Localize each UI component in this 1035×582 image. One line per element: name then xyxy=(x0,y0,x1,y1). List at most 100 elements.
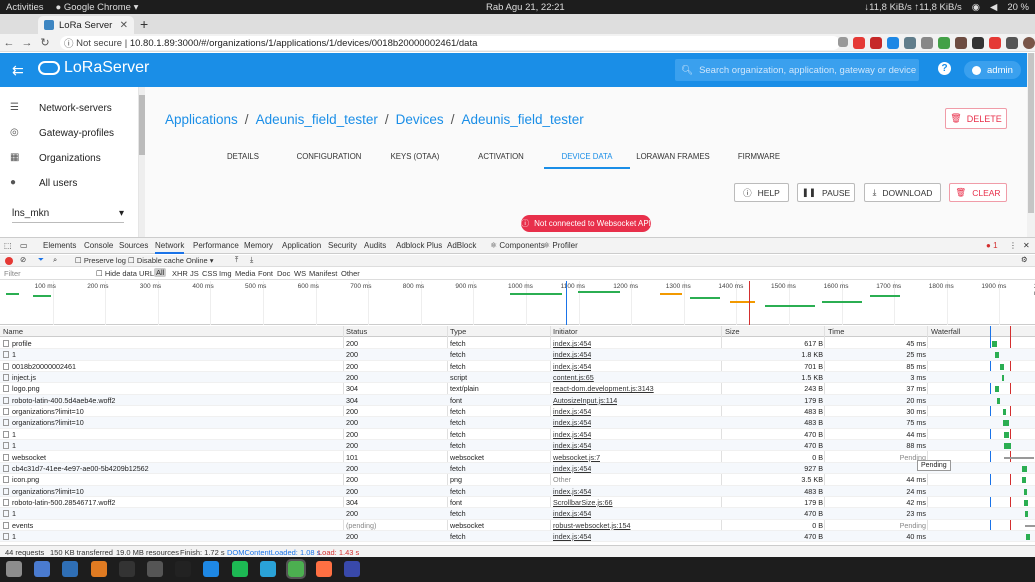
table-row[interactable]: roboto-latin-500.28546717.woff2 304 font Sc… xyxy=(0,497,1035,509)
request-initiator[interactable]: index.js:454 xyxy=(553,418,591,427)
waterfall-cell[interactable] xyxy=(929,339,1035,349)
ext-icon[interactable] xyxy=(938,37,950,49)
tab-keys[interactable]: KEYS (OTAA) xyxy=(372,145,458,169)
terminal-icon[interactable] xyxy=(175,561,192,577)
col-size[interactable]: Size xyxy=(725,327,740,336)
filter-icon[interactable]: ⏷ xyxy=(38,255,44,265)
waterfall-cell[interactable] xyxy=(929,384,1035,394)
pause-button[interactable]: ❚❚ PAUSE xyxy=(797,183,855,202)
request-initiator[interactable]: index.js:454 xyxy=(553,362,591,371)
export-har-icon[interactable]: ⤓ xyxy=(250,255,253,265)
breadcrumb-application[interactable]: Adeunis_field_tester xyxy=(256,112,378,127)
spotify-icon[interactable] xyxy=(231,561,248,577)
sidebar-item-all-users[interactable]: ● All users xyxy=(0,171,139,195)
menu-collapse-icon[interactable]: ⇇ xyxy=(12,62,24,79)
request-name[interactable]: cb4c31d7-41ee-4e97-ae00-5b4209b12562 xyxy=(12,464,342,473)
table-row[interactable]: inject.js 200 script content.js:65 1.5 KB 3 m… xyxy=(0,372,1035,384)
devtools-tab-adblock-plus[interactable]: Adblock Plus xyxy=(396,241,442,250)
mail-icon[interactable] xyxy=(34,561,51,577)
table-row[interactable]: roboto-latin-400.5d4aeb4e.woff2 304 font Au… xyxy=(0,394,1035,407)
request-name[interactable]: 1 xyxy=(12,441,342,450)
request-initiator[interactable]: robust-websocket.js:154 xyxy=(553,521,631,530)
devtools-tab-components[interactable]: ⚛ Components xyxy=(490,241,545,250)
star-icon[interactable] xyxy=(838,37,848,47)
delete-button[interactable]: 🗑︎ DELETE xyxy=(945,108,1007,129)
request-initiator[interactable]: AutosizeInput.js:114 xyxy=(553,396,617,405)
inspect-icon[interactable]: ⬚ xyxy=(4,241,12,250)
request-name[interactable]: organizations?limit=10 xyxy=(12,487,342,496)
request-name[interactable]: 1 xyxy=(12,532,342,541)
request-name[interactable]: websocket xyxy=(12,453,342,462)
sidebar-item-organizations[interactable]: ▦ Organizations xyxy=(0,146,139,170)
profile-avatar-icon[interactable] xyxy=(1023,37,1035,49)
devtools-tab-network[interactable]: Network xyxy=(155,241,185,254)
download-button[interactable]: ⤓ DOWNLOAD xyxy=(864,183,941,202)
devtools-tab-audits[interactable]: Audits xyxy=(364,241,386,250)
filter-input[interactable]: Filter xyxy=(4,269,21,278)
request-initiator[interactable]: websocket.js:7 xyxy=(553,453,600,462)
tab-firmware[interactable]: FIRMWARE xyxy=(716,145,802,169)
network-overview-timeline[interactable]: 100 ms 200 ms 300 ms 400 ms 500 ms 600 ms 700 … xyxy=(0,281,1035,325)
clear-log-icon[interactable]: ⊘ xyxy=(20,255,26,264)
table-row[interactable]: organizations?limit=10 200 fetch index.js:4… xyxy=(0,417,1035,429)
request-name[interactable]: inject.js xyxy=(12,373,342,382)
device-toggle-icon[interactable]: ▭ xyxy=(20,241,28,250)
throttle-select[interactable]: Online ▾ xyxy=(186,256,214,265)
preserve-log-checkbox[interactable]: ☐ Preserve log xyxy=(75,256,126,265)
request-name[interactable]: logo.png xyxy=(12,384,342,393)
request-name[interactable]: organizations?limit=10 xyxy=(12,418,342,427)
col-type[interactable]: Type xyxy=(450,327,466,336)
files-icon[interactable] xyxy=(6,561,22,577)
col-waterfall[interactable]: Waterfall xyxy=(931,327,960,336)
request-initiator[interactable]: react-dom.development.js:3143 xyxy=(553,384,654,393)
breadcrumb-device[interactable]: Adeunis_field_tester xyxy=(461,112,583,127)
request-initiator[interactable]: index.js:454 xyxy=(553,430,591,439)
screen-icon[interactable] xyxy=(147,561,163,577)
ext-icon[interactable] xyxy=(904,37,916,49)
request-initiator[interactable]: index.js:454 xyxy=(553,441,591,450)
user-menu[interactable]: admin xyxy=(964,61,1021,79)
chrome-icon[interactable] xyxy=(286,559,306,579)
adblock-icon[interactable] xyxy=(870,37,882,49)
camera-icon[interactable] xyxy=(118,561,135,577)
waterfall-cell[interactable] xyxy=(929,350,1035,360)
new-tab-button[interactable]: + xyxy=(140,16,148,32)
devtools-close-icon[interactable]: ✕ xyxy=(1023,241,1030,250)
waterfall-cell[interactable] xyxy=(929,430,1035,440)
request-name[interactable]: roboto-latin-500.28546717.woff2 xyxy=(12,498,342,507)
devtools-menu-icon[interactable]: ⋮ xyxy=(1009,241,1017,250)
devtools-tab-security[interactable]: Security xyxy=(328,241,357,250)
ext-icon[interactable] xyxy=(972,37,984,49)
request-initiator[interactable]: index.js:454 xyxy=(553,487,591,496)
waterfall-cell[interactable] xyxy=(929,498,1035,508)
writer-icon[interactable] xyxy=(62,561,79,577)
tab-device-data[interactable]: DEVICE DATA xyxy=(544,145,630,169)
organization-select[interactable]: lns_mkn ▾ xyxy=(12,205,124,223)
waterfall-cell[interactable] xyxy=(929,418,1035,428)
breadcrumb-devices[interactable]: Devices xyxy=(396,112,444,127)
firefox-icon[interactable] xyxy=(316,561,333,577)
table-row[interactable]: 1 200 fetch index.js:454 470 B 88 ms xyxy=(0,440,1035,452)
col-time[interactable]: Time xyxy=(828,327,844,336)
waterfall-cell[interactable] xyxy=(929,475,1035,485)
error-count-badge[interactable]: ● 1 xyxy=(986,241,998,250)
waterfall-cell[interactable] xyxy=(929,407,1035,417)
tab-details[interactable]: DETAILS xyxy=(200,145,286,169)
ext-icon[interactable] xyxy=(887,37,899,49)
waterfall-cell[interactable] xyxy=(929,441,1035,451)
request-name[interactable]: events xyxy=(12,521,342,530)
filter-type-media[interactable]: Media xyxy=(235,269,255,278)
activities-button[interactable]: Activities xyxy=(6,2,43,13)
request-name[interactable]: 0018b20000002461 xyxy=(12,362,342,371)
request-name[interactable]: profile xyxy=(12,339,342,348)
filter-type-manifest[interactable]: Manifest xyxy=(309,269,337,278)
help-button[interactable]: ⓘ HELP xyxy=(734,183,789,202)
devtools-tab-sources[interactable]: Sources xyxy=(119,241,148,250)
request-initiator[interactable]: index.js:454 xyxy=(553,407,591,416)
waterfall-cell[interactable] xyxy=(929,396,1035,406)
ext-icon[interactable] xyxy=(989,37,1001,49)
forward-icon[interactable]: → xyxy=(18,37,36,49)
table-row[interactable]: 1 200 fetch index.js:454 470 B 44 ms xyxy=(0,429,1035,441)
waterfall-cell[interactable] xyxy=(929,362,1035,372)
close-tab-icon[interactable]: ✕ xyxy=(120,20,128,31)
